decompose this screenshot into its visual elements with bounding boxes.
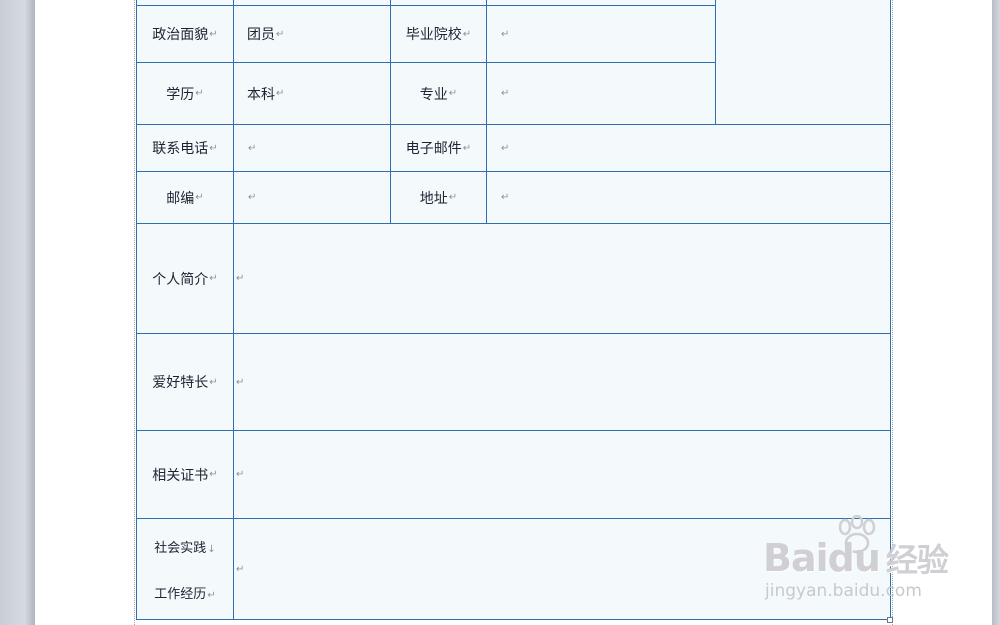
address-label: 地址 ↵	[390, 171, 487, 224]
phone-label: 联系电话 ↵	[136, 124, 234, 172]
watermark-brand: Baidu 经验	[763, 536, 949, 580]
personal-profile-label: 个人简介 ↵	[136, 223, 234, 334]
major-value[interactable]: ↵	[486, 62, 716, 125]
practice-experience-label: 社会实践↓ 工作经历↵	[136, 518, 234, 620]
practice-label-line1: 社会实践↓	[154, 540, 216, 556]
graduate-school-label: 毕业院校 ↵	[390, 5, 487, 63]
email-value[interactable]: ↵	[486, 124, 891, 172]
table-boundary-left	[134, 0, 135, 625]
hobbies-value[interactable]: ↵	[233, 333, 891, 431]
graduate-school-value[interactable]: ↵	[486, 5, 716, 63]
hobbies-label: 爱好特长 ↵	[136, 333, 234, 431]
education-label: 学历 ↵	[136, 62, 234, 125]
political-status-value[interactable]: 团员 ↵	[233, 5, 391, 63]
postcode-label: 邮编 ↵	[136, 171, 234, 224]
certificates-label: 相关证书 ↵	[136, 430, 234, 519]
postcode-value[interactable]: ↵	[233, 171, 391, 224]
personal-profile-value[interactable]: ↵	[233, 223, 891, 334]
certificates-value[interactable]: ↵	[233, 430, 891, 519]
workspace-right-margin	[992, 0, 1000, 625]
workspace-left-margin	[0, 0, 35, 625]
email-label: 电子邮件 ↵	[390, 124, 487, 172]
address-value[interactable]: ↵	[486, 171, 891, 224]
phone-value[interactable]: ↵	[233, 124, 391, 172]
photo-cell[interactable]	[715, 0, 891, 125]
practice-label-line2: 工作经历↵	[154, 586, 216, 602]
political-status-label: 政治面貌 ↵	[136, 5, 234, 63]
table-resize-handle[interactable]	[887, 617, 893, 623]
baidu-jingyan-watermark: Baidu 经验 jingyan.baidu.com	[763, 515, 953, 605]
major-label: 专业 ↵	[390, 62, 487, 125]
watermark-url: jingyan.baidu.com	[765, 581, 922, 601]
education-value[interactable]: 本科 ↵	[233, 62, 391, 125]
